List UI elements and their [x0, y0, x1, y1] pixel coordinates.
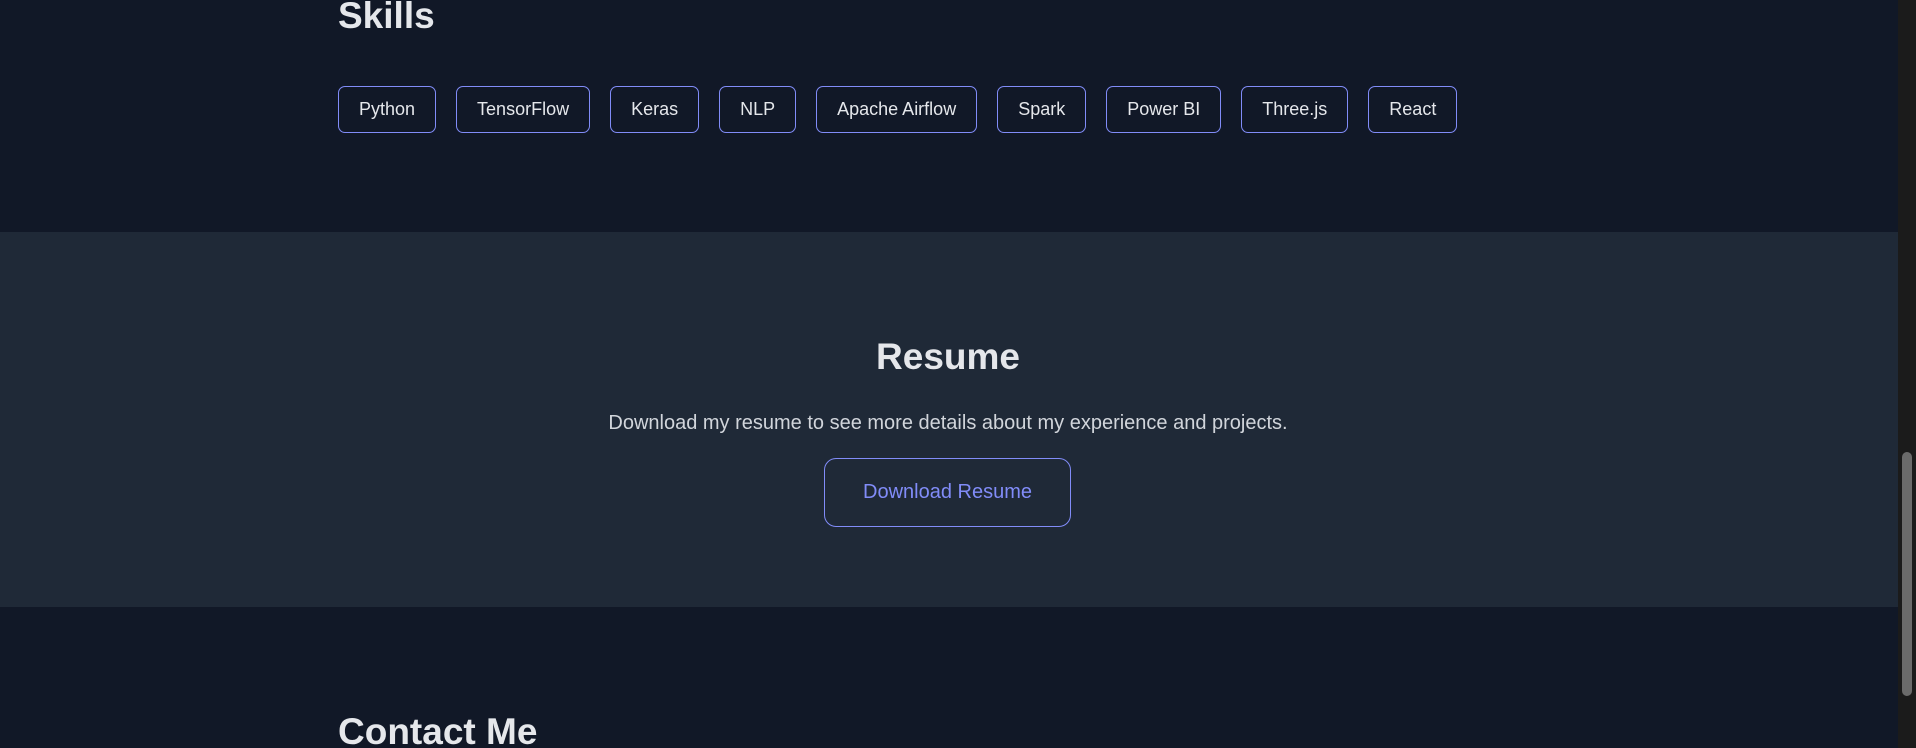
scrollbar-thumb[interactable] [1902, 452, 1912, 696]
skill-chip-react: React [1368, 86, 1458, 133]
skill-chip-nlp: NLP [719, 86, 797, 133]
skill-chip-python: Python [338, 86, 437, 133]
skill-chip-keras: Keras [610, 86, 700, 133]
resume-section: Resume Download my resume to see more de… [0, 232, 1898, 607]
download-resume-button[interactable]: Download Resume [824, 458, 1071, 527]
page-content: Skills Python TensorFlow Keras NLP Apach… [0, 0, 1898, 748]
contact-section: Contact Me [0, 607, 1898, 748]
portfolio-page: Skills Python TensorFlow Keras NLP Apach… [0, 0, 1916, 748]
skill-chip-tensorflow: TensorFlow [456, 86, 591, 133]
resume-description: Download my resume to see more details a… [608, 412, 1288, 434]
skill-chip-threejs: Three.js [1241, 86, 1349, 133]
skills-list: Python TensorFlow Keras NLP Apache Airfl… [338, 86, 1458, 133]
skill-chip-apache-airflow: Apache Airflow [816, 86, 978, 133]
skill-chip-power-bi: Power BI [1106, 86, 1222, 133]
skill-chip-spark: Spark [997, 86, 1087, 133]
resume-heading: Resume [876, 336, 1020, 377]
skills-section: Skills Python TensorFlow Keras NLP Apach… [0, 0, 1898, 232]
skills-heading: Skills [338, 0, 435, 36]
contact-heading: Contact Me [338, 711, 538, 748]
vertical-scrollbar[interactable] [1898, 0, 1916, 748]
